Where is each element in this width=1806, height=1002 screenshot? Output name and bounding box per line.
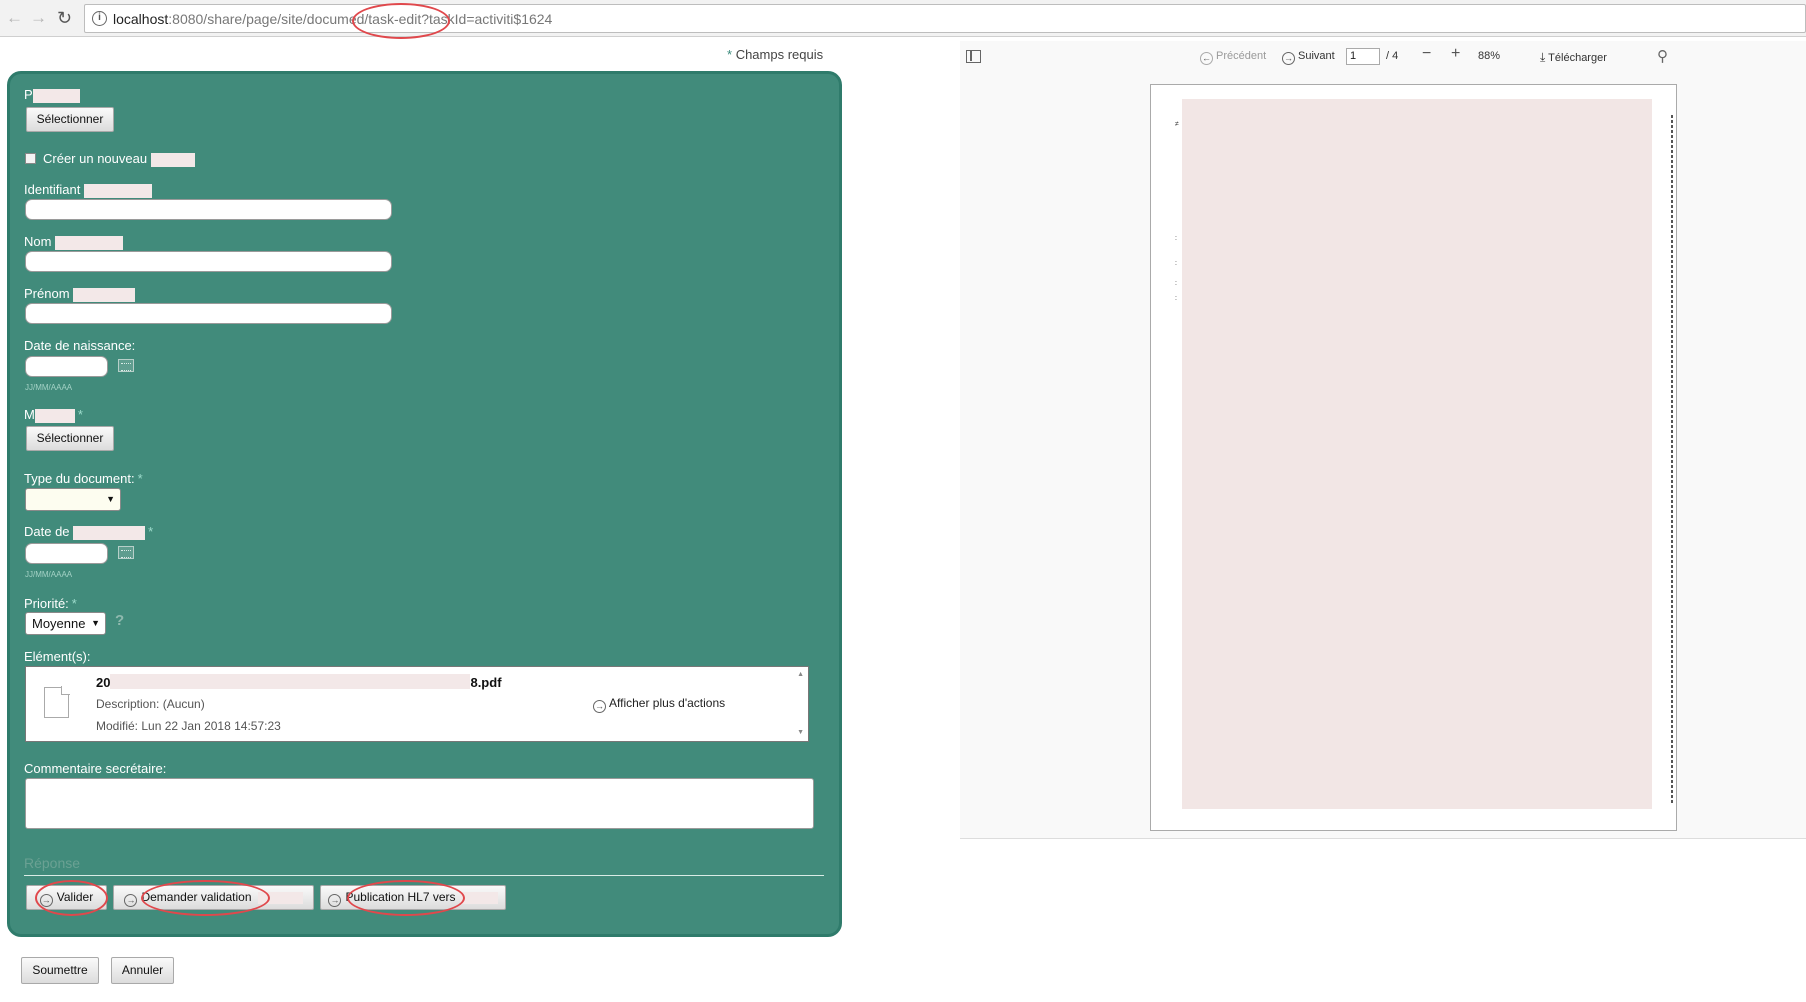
- download-icon: ⤓: [1540, 50, 1546, 64]
- required-fields-note: * Champs requis: [727, 47, 824, 62]
- publish-hl7-button[interactable]: → Publication HL7 vers: [320, 885, 506, 910]
- info-icon[interactable]: i: [92, 11, 107, 26]
- help-icon[interactable]: ?: [115, 612, 124, 629]
- create-new-label: Créer un nouveau: [43, 151, 195, 167]
- arrow-circle-icon: →: [328, 894, 342, 907]
- browser-toolbar: ← → ↻ i localhost:8080/share/page/site/d…: [0, 0, 1806, 37]
- create-new-checkbox[interactable]: [25, 153, 36, 164]
- arrow-right-icon[interactable]: →: [30, 6, 47, 30]
- zoom-in-icon[interactable]: +: [1451, 45, 1460, 63]
- download-button[interactable]: ⤓ Télécharger: [1540, 50, 1607, 65]
- file-modified: Modifié: Lun 22 Jan 2018 14:57:23: [96, 719, 281, 733]
- pdf-page: ≠ : : : :: [1150, 84, 1677, 831]
- first-name-label: Prénom: [24, 286, 136, 302]
- identifier-input[interactable]: [25, 199, 392, 220]
- arrow-circle-icon: →: [593, 700, 606, 713]
- page-mark: :: [1175, 235, 1177, 242]
- previous-page-button[interactable]: ← Précédent: [1200, 50, 1266, 65]
- page-mark: :: [1175, 295, 1177, 302]
- cancel-button[interactable]: Annuler: [111, 957, 174, 984]
- file-description: Description: (Aucun): [96, 697, 205, 711]
- scan-edge: [1671, 115, 1673, 805]
- pdf-viewer: ← Précédent → Suivant 1 / 4 − + 88% ⤓ Télé…: [960, 41, 1806, 839]
- address-bar[interactable]: i localhost:8080/share/page/site/documed…: [84, 4, 1806, 33]
- response-divider: [24, 875, 824, 876]
- last-name-input[interactable]: [25, 251, 392, 272]
- identifier-label: Identifiant: [24, 182, 152, 198]
- birth-date-label: Date de naissance:: [24, 338, 136, 353]
- priority-select[interactable]: Moyenne ▼: [25, 612, 106, 635]
- arrow-left-icon[interactable]: ←: [6, 6, 23, 30]
- date-of-input[interactable]: [25, 543, 108, 564]
- zoom-out-icon[interactable]: −: [1422, 45, 1431, 63]
- reload-icon[interactable]: ↻: [57, 6, 72, 30]
- date-of-label: Date de *: [24, 524, 154, 540]
- scroll-down-icon[interactable]: ▼: [797, 729, 804, 736]
- priority-label: Priorité: *: [24, 596, 77, 611]
- page-mark: :: [1175, 260, 1177, 267]
- arrow-circle-right-icon: →: [1282, 52, 1295, 65]
- search-icon[interactable]: ⚲: [1657, 47, 1668, 65]
- birth-date-input[interactable]: [25, 356, 108, 377]
- redacted-document-content: [1182, 99, 1652, 809]
- page-number-input[interactable]: 1: [1346, 48, 1380, 65]
- submit-button[interactable]: Soumettre: [21, 957, 99, 984]
- next-page-button[interactable]: → Suivant: [1282, 50, 1335, 65]
- more-actions-link[interactable]: → Afficher plus d'actions: [593, 696, 725, 713]
- doc-type-label: Type du document: *: [24, 471, 143, 486]
- url-text: localhost:8080/share/page/site/documed/t…: [113, 11, 553, 27]
- doc-type-select[interactable]: ▼: [25, 488, 121, 511]
- arrow-circle-left-icon: ←: [1200, 52, 1213, 65]
- first-name-input[interactable]: [25, 303, 392, 324]
- comment-label: Commentaire secrétaire:: [24, 761, 167, 776]
- patient-label: P: [24, 87, 80, 103]
- select-doctor-button[interactable]: Sélectionner: [26, 426, 114, 451]
- date-of-hint: JJ/MM/AAAA: [25, 570, 73, 579]
- document-icon: [44, 686, 70, 718]
- request-validation-button[interactable]: → Demander validation: [113, 885, 314, 910]
- calendar-icon[interactable]: [118, 359, 134, 372]
- comment-textarea[interactable]: [25, 778, 814, 829]
- page-total: / 4: [1386, 50, 1399, 62]
- arrow-circle-icon: →: [124, 894, 138, 907]
- zoom-level[interactable]: 88%: [1478, 50, 1500, 62]
- response-title: Réponse: [24, 855, 81, 871]
- select-patient-button[interactable]: Sélectionner: [26, 107, 114, 132]
- sidebar-toggle-icon[interactable]: [966, 50, 981, 63]
- birth-date-hint: JJ/MM/AAAA: [25, 383, 73, 392]
- validate-button[interactable]: → Valider: [26, 885, 107, 910]
- doctor-label: M *: [24, 407, 83, 423]
- file-name[interactable]: 20 8.pdf: [96, 674, 502, 690]
- arrow-circle-icon: →: [39, 894, 53, 907]
- page-mark: :: [1175, 280, 1177, 287]
- calendar-icon[interactable]: [118, 546, 134, 559]
- last-name-label: Nom: [24, 234, 124, 250]
- items-list: 20 8.pdf Description: (Aucun) Modifié: Lu…: [25, 666, 809, 742]
- items-label: Elément(s):: [24, 649, 91, 664]
- scroll-up-icon[interactable]: ▲: [797, 671, 804, 678]
- page-mark: ≠: [1175, 121, 1179, 128]
